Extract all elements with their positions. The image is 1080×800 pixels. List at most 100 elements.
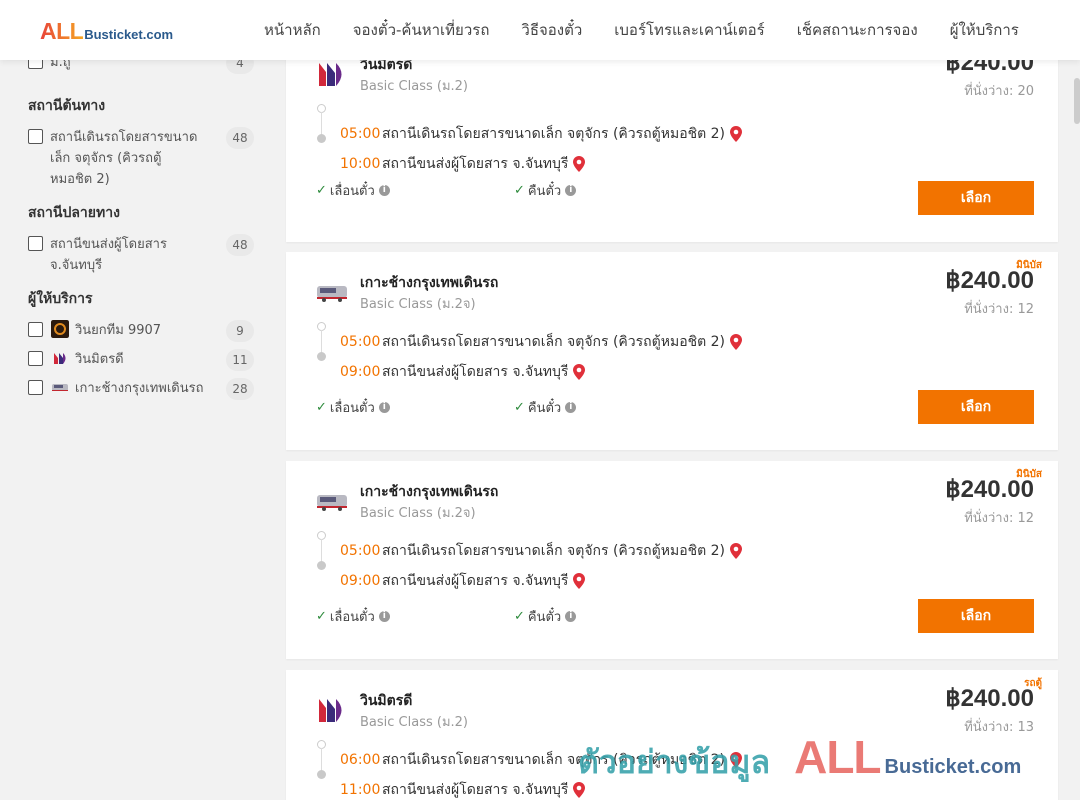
logo-all-text: ALL: [40, 18, 84, 44]
select-button[interactable]: เลือก: [918, 599, 1034, 633]
price: ฿240.00: [945, 685, 1034, 712]
select-button[interactable]: เลือก: [918, 181, 1034, 215]
check-icon: ✓: [316, 400, 327, 415]
map-pin-icon[interactable]: [572, 572, 586, 590]
seats-available: ที่นั่งว่าง: 20: [964, 84, 1034, 99]
origin-label: สถานีเดินรถโดยสารขนาดเล็ก จตุจักร (คิวรถ…: [50, 130, 198, 187]
nav-how-to-book[interactable]: วิธีจองตั๋ว: [505, 18, 598, 42]
departure-stop: 05:00 สถานีเดินรถโดยสารขนาดเล็ก จตุจักร …: [340, 123, 743, 145]
map-pin-icon[interactable]: [729, 333, 743, 351]
arrival-dot: [317, 134, 326, 143]
operator-label: วินยกทีม 9907: [75, 323, 162, 338]
arrival-dot: [317, 352, 326, 361]
nav-phone-counters[interactable]: เบอร์โทรและเคาน์เตอร์: [598, 18, 780, 42]
operators-section-title: ผู้ให้บริการ: [28, 291, 93, 307]
arrival-station: สถานีขนส่งผู้โดยสาร จ.จันทบุรี: [382, 364, 569, 380]
filter-row-operator: เกาะช้างกรุงเทพเดินรถ 28: [28, 378, 254, 400]
departure-time: 05:00: [340, 334, 381, 350]
price: ฿240.00: [945, 476, 1034, 503]
arrival-stop: 10:00 สถานีขนส่งผู้โดยสาร จ.จันทบุรี: [340, 153, 586, 175]
departure-stop: 05:00 สถานีเดินรถโดยสารขนาดเล็ก จตุจักร …: [340, 331, 743, 353]
check-icon: ✓: [514, 609, 525, 624]
origin-checkbox[interactable]: [28, 129, 43, 144]
seats-available: ที่นั่งว่าง: 12: [964, 511, 1034, 526]
feature-label: เลื่อนตั๋ว: [329, 184, 375, 199]
departure-stop: 05:00 สถานีเดินรถโดยสารขนาดเล็ก จตุจักร …: [340, 540, 743, 562]
site-logo[interactable]: ALL Busticket.com: [40, 18, 173, 45]
check-icon: ✓: [316, 183, 327, 198]
feature-label: คืนตั๋ว: [527, 184, 562, 199]
check-icon: ✓: [514, 183, 525, 198]
departure-station: สถานีเดินรถโดยสารขนาดเล็ก จตุจักร (คิวรถ…: [382, 334, 726, 350]
kohchang-logo-icon: [317, 495, 347, 511]
watermark: ตัวอย่างข้อมูล ALL Busticket.com: [578, 730, 1021, 788]
bus-class: Basic Class (ม.2จ): [360, 297, 476, 312]
origin-count: 48: [226, 127, 254, 149]
trip-card: มินิบัส เกาะช้างกรุงเทพเดินรถ Basic Clas…: [286, 461, 1058, 659]
top-header: ALL Busticket.com หน้าหลัก จองตั๋ว-ค้นหา…: [0, 0, 1080, 60]
arrival-time: 11:00: [340, 782, 381, 798]
filter-row-operator: วินมิตรดี 11: [28, 349, 254, 371]
feature-label: คืนตั๋ว: [527, 610, 562, 625]
info-icon[interactable]: i: [565, 611, 577, 622]
arrival-station: สถานีขนส่งผู้โดยสาร จ.จันทบุรี: [382, 573, 569, 589]
info-icon[interactable]: i: [378, 402, 390, 413]
kohchang-logo-icon: [52, 384, 68, 391]
operator-count: 28: [226, 378, 254, 400]
filter-row-destination: สถานีขนส่งผู้โดยสาร จ.จันทบุรี 48: [28, 234, 254, 276]
main-nav: หน้าหลัก จองตั๋ว-ค้นหาเที่ยวรถ วิธีจองตั…: [248, 0, 1035, 60]
departure-time: 05:00: [340, 126, 381, 142]
arrival-time: 10:00: [340, 156, 381, 172]
winmitdee-logo-icon: [319, 63, 342, 86]
nav-check-booking[interactable]: เช็คสถานะการจอง: [781, 18, 934, 42]
operator-checkbox[interactable]: [28, 322, 43, 337]
info-icon[interactable]: i: [378, 185, 390, 196]
feature-label: คืนตั๋ว: [527, 401, 562, 416]
kohchang-logo-icon: [317, 286, 347, 302]
watermark-sample-text: ตัวอย่างข้อมูล: [578, 743, 771, 781]
info-icon[interactable]: i: [565, 185, 577, 196]
arrival-dot: [317, 561, 326, 570]
arrival-time: 09:00: [340, 364, 381, 380]
filter-row-origin: สถานีเดินรถโดยสารขนาดเล็ก จตุจักร (คิวรถ…: [28, 127, 254, 190]
departure-station: สถานีเดินรถโดยสารขนาดเล็ก จตุจักร (คิวรถ…: [382, 543, 726, 559]
destination-checkbox[interactable]: [28, 236, 43, 251]
departure-time: 05:00: [340, 543, 381, 559]
info-icon[interactable]: i: [378, 611, 390, 622]
arrival-stop: 09:00 สถานีขนส่งผู้โดยสาร จ.จันทบุรี: [340, 361, 586, 383]
operator-name: เกาะช้างกรุงเทพเดินรถ: [360, 484, 499, 500]
nav-book-search[interactable]: จองตั๋ว-ค้นหาเที่ยวรถ: [337, 18, 506, 42]
nav-operators[interactable]: ผู้ให้บริการ: [934, 18, 1035, 42]
winmitdee-logo-icon: [54, 353, 66, 364]
operator-label: เกาะช้างกรุงเทพเดินรถ: [75, 381, 204, 396]
winmitdee-logo-icon: [319, 699, 342, 722]
page-scrollbar[interactable]: [1074, 78, 1080, 124]
select-button[interactable]: เลือก: [918, 390, 1034, 424]
nav-home[interactable]: หน้าหลัก: [248, 18, 337, 42]
arrival-station: สถานีขนส่งผู้โดยสาร จ.จันทบุรี: [382, 156, 569, 172]
trip-card: วินมิตรดี Basic Class (ม.2) ฿240.00 ที่น…: [286, 34, 1058, 242]
operator-checkbox[interactable]: [28, 380, 43, 395]
map-pin-icon[interactable]: [729, 125, 743, 143]
map-pin-icon[interactable]: [572, 363, 586, 381]
watermark-logo-all: ALL: [794, 731, 881, 783]
arrival-station: สถานีขนส่งผู้โดยสาร จ.จันทบุรี: [382, 782, 569, 798]
operator-name: วินมิตรดี: [360, 693, 413, 709]
operator-count: 9: [226, 320, 254, 342]
arrival-stop: 11:00 สถานีขนส่งผู้โดยสาร จ.จันทบุรี: [340, 779, 586, 800]
departure-time: 06:00: [340, 752, 381, 768]
destination-count: 48: [226, 234, 254, 256]
winyokteam-logo-icon: [51, 320, 69, 338]
operator-checkbox[interactable]: [28, 351, 43, 366]
operator-label: วินมิตรดี: [75, 352, 124, 367]
logo-domain-text: Busticket.com: [84, 27, 174, 42]
map-pin-icon[interactable]: [572, 155, 586, 173]
bus-class: Basic Class (ม.2): [360, 715, 468, 730]
arrival-stop: 09:00 สถานีขนส่งผู้โดยสาร จ.จันทบุรี: [340, 570, 586, 592]
destination-section-title: สถานีปลายทาง: [28, 205, 120, 221]
seats-available: ที่นั่งว่าง: 12: [964, 302, 1034, 317]
origin-section-title: สถานีต้นทาง: [28, 98, 106, 114]
feature-refund: ✓ คืนตั๋ว i: [514, 606, 577, 627]
map-pin-icon[interactable]: [729, 542, 743, 560]
info-icon[interactable]: i: [565, 402, 577, 413]
